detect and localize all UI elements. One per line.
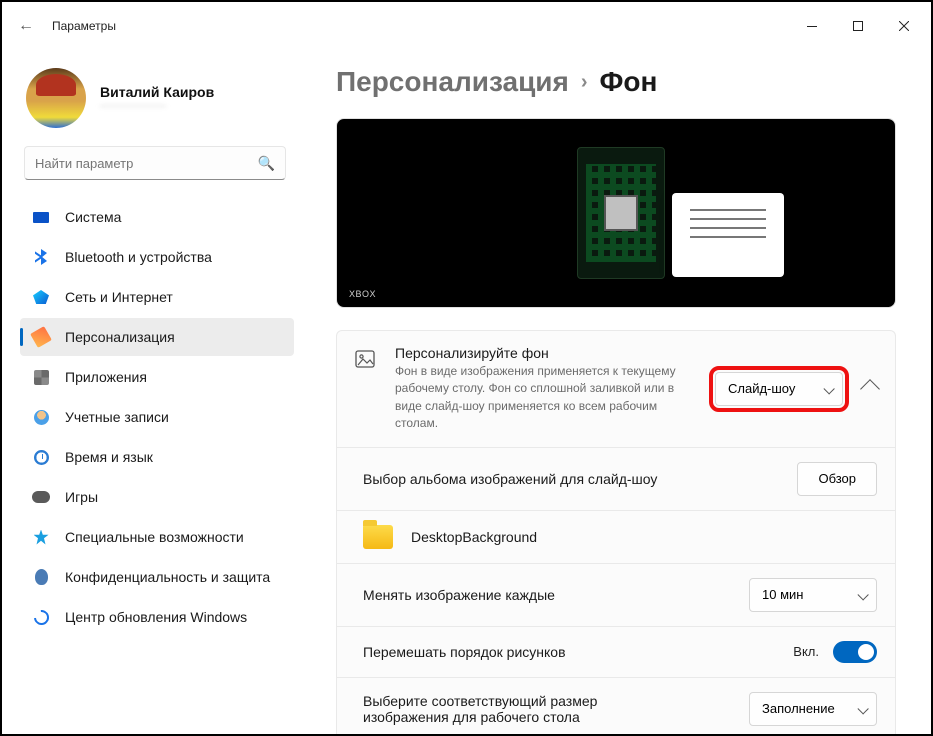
chevron-right-icon: › [581,71,588,94]
accounts-icon [34,410,49,425]
nav-label: Учетные записи [65,409,169,425]
row-album: Выбор альбома изображений для слайд-шоу … [336,447,896,510]
fit-dropdown[interactable]: Заполнение [749,692,877,726]
dropdown-value: Слайд-шоу [728,381,795,396]
back-button[interactable]: ← [6,6,46,46]
nav-label: Сеть и Интернет [65,289,173,305]
network-icon [33,290,49,304]
nav-label: Центр обновления Windows [65,609,247,625]
minimize-button[interactable] [789,10,835,42]
nav-label: Конфиденциальность и защита [65,569,270,585]
row-title: Выбор альбома изображений для слайд-шоу [363,471,783,487]
row-title: Перемешать порядок рисунков [363,644,779,660]
row-desc: Фон в виде изображения применяется к тек… [395,363,695,433]
main-content: Персонализация › Фон XBOX Персонализируй… [302,50,931,734]
bg-type-dropdown[interactable]: Слайд-шоу [715,372,843,406]
accessibility-icon [34,530,49,545]
system-icon [33,212,49,223]
dropdown-value: Заполнение [762,701,835,716]
nav-accounts[interactable]: Учетные записи [20,398,294,436]
nav-label: Система [65,209,121,225]
maximize-button[interactable] [835,10,881,42]
row-interval: Менять изображение каждые 10 мин [336,563,896,626]
nav-label: Bluetooth и устройства [65,249,212,265]
breadcrumb-parent[interactable]: Персонализация [336,66,569,98]
window-controls [789,10,927,42]
shuffle-toggle[interactable] [833,641,877,663]
nav-apps[interactable]: Приложения [20,358,294,396]
desktop-preview: XBOX [336,118,896,308]
breadcrumb-current: Фон [600,66,658,98]
profile-block[interactable]: Виталий Каиров —————— [26,68,290,128]
toggle-state-label: Вкл. [793,644,819,659]
folder-name: DesktopBackground [411,529,537,545]
browse-button[interactable]: Обзор [797,462,877,496]
nav-label: Приложения [65,369,147,385]
row-title: Персонализируйте фон [395,345,695,361]
row-title: Менять изображение каждые [363,587,735,603]
profile-email: —————— [100,100,214,112]
nav-label: Время и язык [65,449,153,465]
profile-name: Виталий Каиров [100,84,214,100]
nav-bluetooth[interactable]: Bluetooth и устройства [20,238,294,276]
nav-system[interactable]: Система [20,198,294,236]
image-icon [355,349,375,374]
nav-label: Персонализация [65,329,175,345]
bluetooth-icon [35,249,47,265]
search-box[interactable]: 🔍 [24,146,286,180]
settings-list: Персонализируйте фон Фон в виде изображе… [336,330,896,734]
row-fit: Выберите соответствующий размер изображе… [336,677,896,734]
row-title: Выберите соответствующий размер изображе… [363,693,663,725]
row-folder[interactable]: DesktopBackground [336,510,896,563]
time-icon [34,450,49,465]
nav-label: Игры [65,489,98,505]
avatar [26,68,86,128]
privacy-icon [35,569,48,585]
titlebar: ← Параметры [2,2,931,50]
search-input[interactable] [35,156,258,171]
nav-accessibility[interactable]: Специальные возможности [20,518,294,556]
nav-network[interactable]: Сеть и Интернет [20,278,294,316]
update-icon [30,606,51,627]
folder-icon [363,525,393,549]
personalization-icon [30,326,52,348]
nav-time[interactable]: Время и язык [20,438,294,476]
gaming-icon [32,491,50,503]
dropdown-value: 10 мин [762,587,803,602]
nav-label: Специальные возможности [65,529,244,545]
nav-update[interactable]: Центр обновления Windows [20,598,294,636]
breadcrumb: Персонализация › Фон [336,66,907,98]
close-button[interactable] [881,10,927,42]
search-icon: 🔍 [258,155,275,172]
apps-icon [34,370,49,385]
nav-gaming[interactable]: Игры [20,478,294,516]
row-personalize-bg: Персонализируйте фон Фон в виде изображе… [336,330,896,447]
interval-dropdown[interactable]: 10 мин [749,578,877,612]
window-title: Параметры [52,19,116,33]
nav-privacy[interactable]: Конфиденциальность и защита [20,558,294,596]
collapse-chevron-icon[interactable] [860,379,880,399]
highlight-annotation: Слайд-шоу [709,366,849,412]
nav-list: Система Bluetooth и устройства Сеть и Ин… [20,198,294,636]
row-shuffle: Перемешать порядок рисунков Вкл. [336,626,896,677]
button-label: Обзор [818,471,856,486]
nav-personalization[interactable]: Персонализация [20,318,294,356]
sidebar: Виталий Каиров —————— 🔍 Система Bluetoot… [2,50,302,734]
